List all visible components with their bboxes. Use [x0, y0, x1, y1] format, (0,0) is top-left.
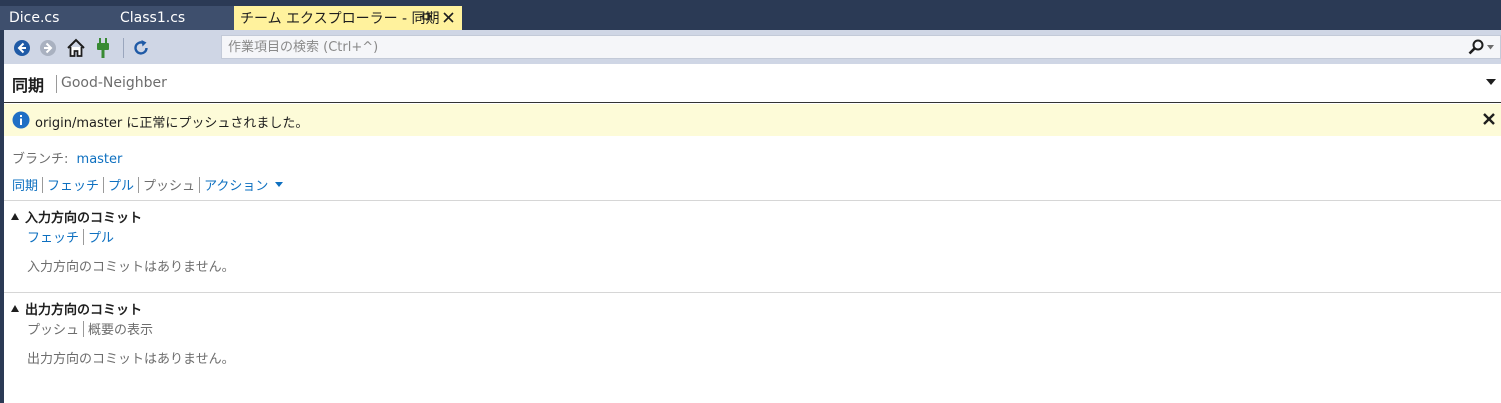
forward-arrow-icon: [40, 40, 56, 56]
sync-link[interactable]: 同期: [12, 175, 38, 194]
info-icon: [12, 111, 30, 129]
team-explorer-panel: 同期 Good-Neighber origin/master に正常にプッシュさ…: [4, 30, 1501, 403]
incoming-commits-header[interactable]: 入力方向のコミット: [11, 207, 142, 226]
link-separator: [42, 176, 44, 193]
page-header: 同期 Good-Neighber: [4, 64, 1501, 103]
section-divider: [4, 292, 1501, 293]
connect-button[interactable]: [92, 37, 114, 59]
collapse-triangle-icon[interactable]: [11, 305, 19, 312]
incoming-empty-message: 入力方向のコミットはありません。: [27, 260, 235, 275]
branch-label: ブランチ:: [12, 152, 69, 167]
tab-team-explorer-sync[interactable]: チーム エクスプローラー - 同期: [234, 6, 462, 30]
search-button[interactable]: [1468, 38, 1494, 56]
outgoing-empty-message: 出力方向のコミットはありません。: [27, 352, 235, 367]
outgoing-commits-header[interactable]: 出力方向のコミット: [11, 299, 142, 318]
chevron-down-icon: [1486, 79, 1496, 85]
chevron-down-icon: [1487, 44, 1494, 49]
title-separator: [56, 75, 57, 93]
branch-row: ブランチ: master: [12, 148, 122, 167]
search-input[interactable]: [222, 38, 1430, 56]
back-button[interactable]: [11, 37, 33, 59]
outgoing-commits-title: 出力方向のコミット: [25, 303, 143, 318]
back-arrow-icon: [14, 40, 30, 56]
section-divider: [4, 200, 1501, 201]
pin-icon[interactable]: [418, 9, 434, 25]
link-separator: [83, 228, 85, 245]
page-title: 同期: [12, 76, 45, 95]
forward-button[interactable]: [37, 37, 59, 59]
search-icon: [1468, 39, 1484, 55]
link-separator: [103, 176, 105, 193]
incoming-pull-link[interactable]: プル: [88, 227, 114, 246]
document-tab-strip: Dice.cs Class1.cs チーム エクスプローラー - 同期: [0, 0, 1501, 30]
repository-name: Good-Neighber: [61, 75, 167, 91]
toolbar-separator: [123, 38, 124, 58]
tab-label: Dice.cs: [9, 10, 60, 26]
dismiss-notification-button[interactable]: [1481, 111, 1497, 127]
close-icon: [1483, 113, 1495, 125]
incoming-commits-title: 入力方向のコミット: [25, 211, 143, 226]
push-link-disabled: プッシュ: [143, 179, 196, 194]
page-menu-dropdown[interactable]: [1485, 76, 1497, 88]
close-icon[interactable]: [440, 9, 456, 25]
view-summary-link-disabled: 概要の表示: [88, 323, 154, 338]
pull-link[interactable]: プル: [108, 175, 134, 194]
link-separator: [199, 176, 201, 193]
tab-label: Class1.cs: [120, 10, 186, 26]
outgoing-commit-actions: プッシュ 概要の表示: [27, 319, 153, 338]
sync-actions: 同期 フェッチ プル プッシュ アクション: [12, 175, 284, 194]
tab-dice-cs[interactable]: Dice.cs: [0, 6, 112, 30]
collapse-triangle-icon[interactable]: [11, 213, 19, 220]
outgoing-push-link-disabled: プッシュ: [27, 323, 80, 338]
team-explorer-toolbar: [4, 30, 1501, 64]
plug-icon: [97, 38, 109, 58]
home-icon: [67, 38, 85, 57]
notification-message: origin/master に正常にプッシュされました。: [35, 116, 309, 131]
actions-menu-link[interactable]: アクション: [204, 175, 268, 194]
link-separator: [83, 320, 85, 337]
tab-label: チーム エクスプローラー - 同期: [240, 11, 440, 27]
notification-bar: origin/master に正常にプッシュされました。: [4, 104, 1501, 136]
tab-class1-cs[interactable]: Class1.cs: [112, 6, 234, 30]
home-button[interactable]: [65, 37, 87, 59]
refresh-icon: [134, 40, 148, 55]
incoming-commit-actions: フェッチ プル: [27, 227, 114, 246]
branch-link[interactable]: master: [77, 152, 123, 167]
refresh-button[interactable]: [130, 37, 152, 59]
fetch-link[interactable]: フェッチ: [47, 175, 99, 194]
link-separator: [138, 176, 140, 193]
chevron-down-icon[interactable]: [275, 182, 284, 187]
work-item-search-box: [221, 35, 1501, 59]
incoming-fetch-link[interactable]: フェッチ: [27, 227, 79, 246]
